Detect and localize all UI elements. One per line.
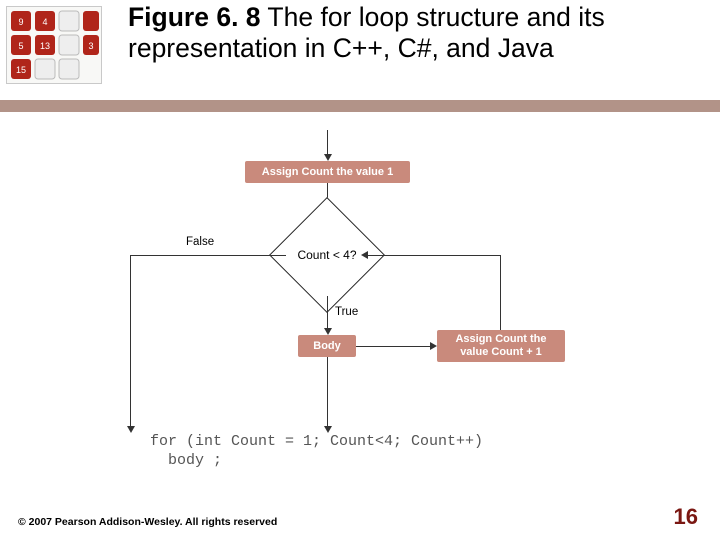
connector bbox=[130, 255, 131, 427]
node-body: Body bbox=[298, 335, 356, 357]
flowchart: Assign Count the value 1 Count < 4? Fals… bbox=[70, 130, 630, 450]
arrow-right-icon bbox=[430, 342, 437, 350]
figure-title: Figure 6. 8 The for loop structure and i… bbox=[128, 2, 688, 65]
code-snippet: for (int Count = 1; Count<4; Count++) bo… bbox=[150, 433, 483, 471]
svg-text:4: 4 bbox=[42, 17, 47, 27]
connector bbox=[368, 255, 501, 256]
node-label: Count < 4? bbox=[297, 248, 356, 262]
node-assign-initial: Assign Count the value 1 bbox=[245, 161, 410, 183]
node-label: Body bbox=[313, 340, 341, 352]
edge-label-false: False bbox=[186, 236, 214, 248]
connector bbox=[327, 357, 328, 426]
connector bbox=[130, 255, 286, 256]
figure-number: Figure 6. 8 bbox=[128, 2, 261, 32]
svg-text:15: 15 bbox=[16, 65, 26, 75]
node-label: value Count + 1 bbox=[460, 346, 542, 359]
svg-text:13: 13 bbox=[40, 41, 50, 51]
svg-text:3: 3 bbox=[88, 41, 93, 51]
page-number: 16 bbox=[674, 504, 698, 530]
node-assign-increment: Assign Count the value Count + 1 bbox=[437, 330, 565, 362]
connector bbox=[327, 130, 328, 154]
node-label: Assign Count the bbox=[455, 333, 546, 346]
code-line: body ; bbox=[150, 452, 222, 469]
arrow-down-icon bbox=[324, 426, 332, 433]
connector bbox=[500, 255, 501, 330]
svg-text:5: 5 bbox=[18, 41, 23, 51]
arrow-down-icon bbox=[324, 328, 332, 335]
arrow-left-icon bbox=[361, 251, 368, 259]
connector bbox=[327, 296, 328, 328]
svg-text:9: 9 bbox=[18, 17, 23, 27]
code-line: for (int Count = 1; Count<4; Count++) bbox=[150, 433, 483, 450]
book-thumbnail: 9 4 5 13 3 15 bbox=[6, 6, 102, 84]
edge-label-true: True bbox=[335, 306, 358, 318]
copyright-footer: © 2007 Pearson Addison-Wesley. All right… bbox=[18, 516, 277, 528]
node-label: Assign Count the value 1 bbox=[262, 166, 393, 178]
connector bbox=[356, 346, 430, 347]
node-decision: Count < 4? bbox=[286, 214, 368, 296]
arrow-down-icon bbox=[127, 426, 135, 433]
arrow-down-icon bbox=[324, 154, 332, 161]
